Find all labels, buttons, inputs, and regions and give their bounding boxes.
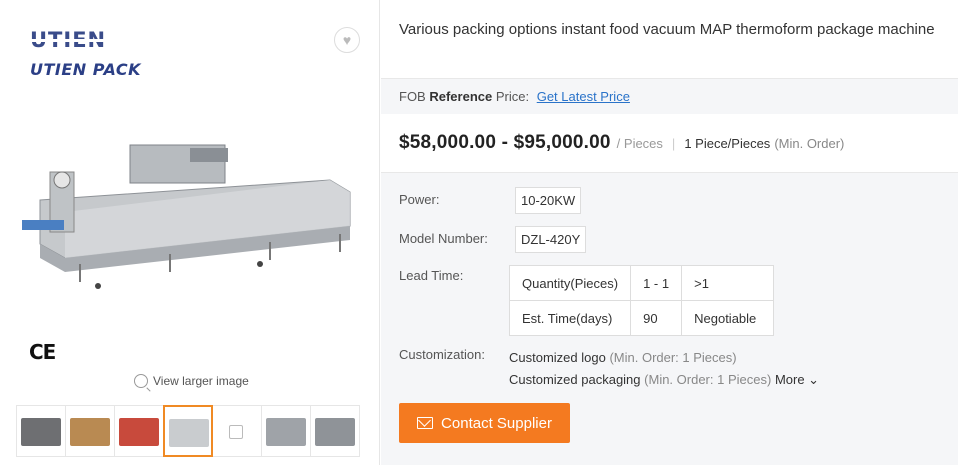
fob-reference: Reference <box>429 89 493 104</box>
view-larger-label: View larger image <box>153 374 249 388</box>
product-specs: Power: 10-20KW Model Number: DZL-420Y Le… <box>381 172 958 465</box>
brand-mark: UTIEN <box>30 30 112 51</box>
view-larger-link[interactable]: View larger image <box>134 374 249 388</box>
price-separator: | <box>671 136 676 151</box>
table-cell: Quantity(Pieces) <box>508 265 632 301</box>
customization-note: (Min. Order: 1 Pieces) <box>609 350 737 365</box>
thumbnail-3[interactable] <box>114 405 164 457</box>
power-label: Power: <box>399 192 440 207</box>
power-value: 10-20KW <box>515 187 582 214</box>
min-order: 1 Piece/Pieces (Min. Order) <box>684 136 844 151</box>
ce-mark: CE <box>29 340 56 364</box>
thumbnail-2[interactable] <box>65 405 115 457</box>
brand-name: UTIEN PACK <box>30 60 142 79</box>
table-cell: Negotiable <box>681 300 775 336</box>
brand-logo: UTIEN UTIEN PACK <box>28 30 158 80</box>
thumbnail-7[interactable] <box>310 405 360 457</box>
customization-text: Customized logo <box>509 350 606 365</box>
lead-time-label: Lead Time: <box>399 268 464 283</box>
product-image[interactable] <box>20 140 360 295</box>
thumbnail-6[interactable] <box>261 405 311 457</box>
more-link[interactable]: More ⌄ <box>775 372 819 387</box>
min-order-note: (Min. Order) <box>774 136 845 151</box>
thumbnail-image <box>315 418 355 446</box>
thumbnail-image <box>21 418 61 446</box>
customization-item: Customized logo (Min. Order: 1 Pieces) <box>509 347 819 369</box>
thumbnail-4[interactable] <box>163 405 213 457</box>
price-range: $58,000.00 - $95,000.00 <box>399 132 611 153</box>
customization-item: Customized packaging (Min. Order: 1 Piec… <box>509 369 819 391</box>
customization-note: (Min. Order: 1 Pieces) <box>644 372 772 387</box>
model-value: DZL-420Y <box>515 226 587 253</box>
broken-image-icon <box>229 425 243 439</box>
customization-label: Customization: <box>399 347 485 362</box>
more-label: More <box>774 372 805 387</box>
contact-supplier-label: Contact Supplier <box>441 414 552 432</box>
fob-price-bar: FOB Reference Price: Get Latest Price <box>381 78 958 114</box>
thumbnail-image <box>70 418 110 446</box>
zoom-in-icon <box>134 374 148 388</box>
fob-prefix: FOB <box>399 89 426 104</box>
table-cell: 90 <box>630 300 683 336</box>
table-row: Quantity(Pieces) 1 - 1 >1 <box>508 265 775 301</box>
customization-text: Customized packaging <box>509 372 641 387</box>
favorite-button[interactable]: ♥ <box>334 27 360 53</box>
thumbnail-strip <box>16 405 360 457</box>
contact-supplier-button[interactable]: Contact Supplier <box>399 403 570 443</box>
customization-list: Customized logo (Min. Order: 1 Pieces) C… <box>509 347 819 391</box>
thumbnail-1[interactable] <box>16 405 66 457</box>
table-cell: Est. Time(days) <box>508 300 632 336</box>
get-latest-price-link[interactable]: Get Latest Price <box>537 89 630 104</box>
table-cell: >1 <box>681 265 775 301</box>
thumbnail-image <box>119 418 159 446</box>
table-cell: 1 - 1 <box>630 265 683 301</box>
thumbnail-image <box>169 419 209 447</box>
model-label: Model Number: <box>399 231 488 246</box>
min-order-value: 1 Piece/Pieces <box>684 136 771 151</box>
fob-suffix: Price: <box>495 89 530 104</box>
product-gallery: UTIEN UTIEN PACK ♥ CE View larger image <box>0 0 380 465</box>
thumbnail-5[interactable] <box>212 405 262 457</box>
heart-icon: ♥ <box>342 32 352 48</box>
product-details: Various packing options instant food vac… <box>381 0 958 465</box>
price-unit: / Pieces <box>616 136 663 151</box>
table-row: Est. Time(days) 90 Negotiable <box>508 300 775 336</box>
lead-time-table: Quantity(Pieces) 1 - 1 >1 Est. Time(days… <box>508 265 775 336</box>
price-row: $58,000.00 - $95,000.00 / Pieces | 1 Pie… <box>399 132 844 154</box>
product-title: Various packing options instant food vac… <box>399 21 935 38</box>
machine-illustration <box>22 144 351 289</box>
envelope-icon <box>417 417 434 429</box>
chevron-down-icon: ⌄ <box>804 372 820 387</box>
fob-price-text: FOB Reference Price: Get Latest Price <box>399 89 630 104</box>
thumbnail-image <box>266 418 306 446</box>
